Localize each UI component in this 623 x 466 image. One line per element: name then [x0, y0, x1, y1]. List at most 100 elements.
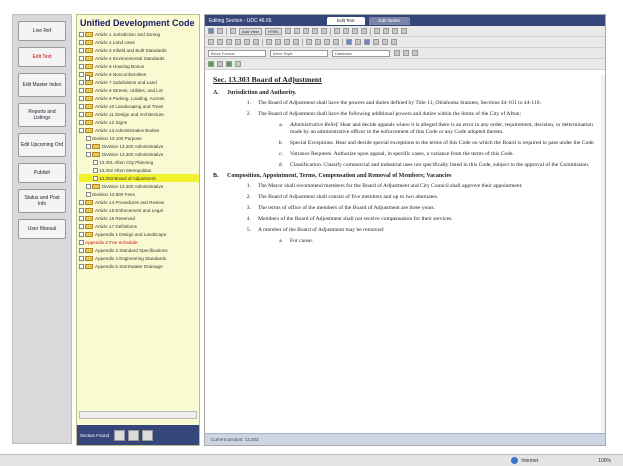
expand-toggle-icon[interactable] [86, 191, 91, 197]
tree-node[interactable]: Division 13.200 Administrative [79, 142, 199, 150]
expand-toggle-icon[interactable] [79, 47, 84, 53]
underline-icon[interactable] [226, 39, 232, 45]
expand-toggle-icon[interactable] [79, 223, 84, 229]
tree-node[interactable]: Article 13 Administrative Bodies [79, 126, 199, 134]
expand-toggle-icon[interactable] [79, 111, 84, 117]
expand-toggle-icon[interactable] [79, 39, 84, 45]
accept-icon[interactable] [208, 61, 214, 67]
tree-collapse-button[interactable] [128, 429, 140, 441]
strike-icon[interactable] [235, 39, 241, 45]
tree-horizontal-scrollbar[interactable] [79, 411, 197, 419]
tree-node[interactable]: Division 13.300 Administrative [79, 150, 199, 158]
expand-toggle-icon[interactable] [79, 231, 84, 237]
image-icon[interactable] [364, 39, 370, 45]
tree-node[interactable]: Article 1 Jurisdiction and Zoning [79, 30, 199, 38]
subscript-icon[interactable] [244, 39, 250, 45]
tab-edit-text[interactable]: Edit Text [327, 16, 365, 25]
indent-icon[interactable] [293, 39, 299, 45]
align-left-icon[interactable] [306, 39, 312, 45]
expand-toggle-icon[interactable] [79, 239, 84, 245]
add-view-button[interactable]: Add View [239, 27, 262, 35]
outdent-icon[interactable] [284, 39, 290, 45]
block-format-select[interactable]: Block Format [208, 49, 266, 57]
align-right-icon[interactable] [324, 39, 330, 45]
bullet-list-icon[interactable] [275, 39, 281, 45]
cut-icon[interactable] [284, 28, 291, 34]
expand-toggle-icon[interactable] [79, 263, 84, 269]
remove-format-icon[interactable] [400, 28, 407, 34]
nav-button-status-and-post-info[interactable]: Status and Post Info [18, 189, 66, 213]
expand-toggle-icon[interactable] [79, 79, 84, 85]
expand-toggle-icon[interactable] [79, 31, 84, 37]
expand-toggle-icon[interactable] [86, 135, 91, 141]
bold-icon[interactable] [208, 39, 214, 45]
horizontal-rule-icon[interactable] [382, 39, 388, 45]
nav-button-live-ref[interactable]: Live Ref [18, 21, 66, 41]
tree-node[interactable]: Article 11 Design and Architecture [79, 110, 199, 118]
print-icon[interactable] [230, 28, 236, 34]
replace-icon[interactable] [382, 28, 389, 34]
superscript-icon[interactable] [253, 39, 259, 45]
tree-node[interactable]: Article 4 Environmental Standards [79, 54, 199, 62]
special-char-icon[interactable] [391, 39, 397, 45]
tree-node[interactable]: Article 7 Subdivision and Land [79, 78, 199, 86]
paste-word-icon[interactable] [320, 28, 327, 34]
expand-toggle-icon[interactable] [79, 103, 84, 109]
link-icon[interactable] [346, 39, 352, 45]
tree-node[interactable]: Article 8 Streets, Utilities, and Lot [79, 86, 199, 94]
expand-toggle-icon[interactable] [86, 183, 91, 189]
tree-node[interactable]: 13.303 Board of Adjustment [79, 75, 199, 182]
numbered-list-icon[interactable] [266, 39, 272, 45]
nav-button-edit-upcoming-ord[interactable]: Edit Upcoming Ord [18, 133, 66, 157]
tree-node[interactable]: Appendix 5 Stormwater Drainage [79, 262, 199, 270]
tree-node[interactable]: Article 3 Infield and Built Standards [79, 46, 199, 54]
tree-node[interactable]: Article 9 Parking, Loading, Access [79, 94, 199, 102]
tab-edit-notes[interactable]: Edit Notes [368, 16, 410, 25]
expand-toggle-icon[interactable] [79, 255, 84, 261]
text-color-icon[interactable] [394, 50, 400, 56]
nav-button-edit-master-index[interactable]: Edit Master Index [18, 73, 66, 97]
tree-expand-button[interactable] [114, 429, 126, 441]
tree-node[interactable]: Article 2 Land Uses [79, 38, 199, 46]
insert-field-icon[interactable] [412, 50, 418, 56]
save-icon[interactable] [208, 28, 214, 34]
tree-node[interactable]: Article 16 Reserved [79, 214, 199, 222]
expand-toggle-icon[interactable] [79, 71, 84, 77]
tree-node[interactable]: Division 13.500 Fees [79, 75, 199, 198]
expand-toggle-icon[interactable] [79, 127, 84, 133]
expand-toggle-icon[interactable] [79, 63, 84, 69]
paste-text-icon[interactable] [311, 28, 318, 34]
tree-node[interactable]: Article 6 Nonconformities [79, 70, 199, 78]
expand-toggle-icon[interactable] [79, 95, 84, 101]
expand-toggle-icon[interactable] [79, 207, 84, 213]
tree-node[interactable]: Division 13.100 Purpose [79, 75, 199, 142]
highlight-icon[interactable] [403, 50, 409, 56]
select-all-icon[interactable] [391, 28, 398, 34]
expand-toggle-icon[interactable] [79, 199, 84, 205]
zoom-level[interactable]: 100% [598, 458, 611, 464]
expand-toggle-icon[interactable] [79, 87, 84, 93]
tree-node[interactable]: Appendix 2 Fee Schedule [79, 75, 199, 246]
nav-button-user-manual[interactable]: User Manual [18, 219, 66, 239]
copy-icon[interactable] [293, 28, 300, 34]
tree-refresh-button[interactable] [142, 429, 154, 441]
tree-node[interactable]: Article 10 Landscaping and Trees [79, 102, 199, 110]
tree-node[interactable]: Article 12 Signs [79, 118, 199, 126]
editor-vertical-scrollbar[interactable] [601, 75, 605, 433]
tree-node[interactable]: Article 14 Procedures and Review [79, 198, 199, 206]
expand-toggle-icon[interactable] [79, 215, 84, 221]
database-select[interactable]: Database [332, 49, 390, 57]
tree-node[interactable]: Article 5 Housing Bonus [79, 62, 199, 70]
expand-toggle-icon[interactable] [86, 151, 91, 157]
expand-toggle-icon[interactable] [86, 143, 91, 149]
nav-button-edit-text[interactable]: Edit Text [18, 47, 66, 67]
inline-style-select[interactable]: Inline Style [270, 49, 328, 57]
spellcheck-icon[interactable] [342, 28, 349, 34]
redo-icon[interactable] [360, 28, 367, 34]
nav-button-reports-and-listings[interactable]: Reports and Listings [18, 103, 66, 127]
table-icon[interactable] [373, 39, 379, 45]
justify-icon[interactable] [333, 39, 339, 45]
tree-node[interactable]: Appendix 4 Engineering Standards [79, 254, 199, 262]
html-button[interactable]: HTML [264, 27, 282, 35]
tree-node[interactable]: 13.302 Afton Metropolitan [79, 75, 199, 174]
